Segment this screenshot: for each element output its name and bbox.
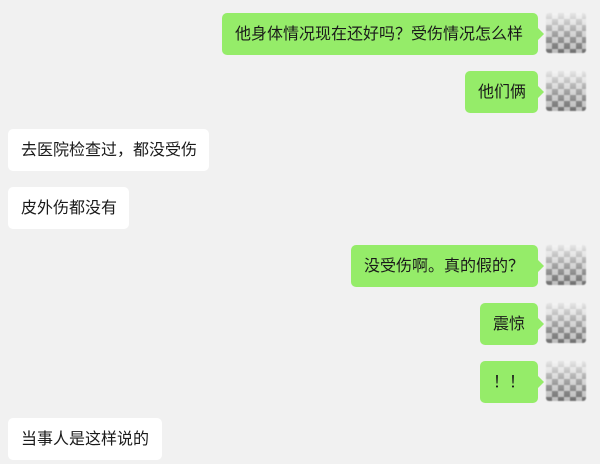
outgoing-message-bubble[interactable]: 没受伤啊。真的假的？ bbox=[351, 245, 544, 287]
message-row: ！！ bbox=[0, 361, 600, 403]
message-row: 去医院检查过，都没受伤 bbox=[0, 129, 600, 171]
message-row: 皮外伤都没有 bbox=[0, 187, 600, 229]
chat-area: 他身体情况现在还好吗？受伤情况怎么样 他们俩 去医院检查过，都没受伤 皮外伤都没… bbox=[0, 0, 600, 464]
outgoing-message-bubble[interactable]: 他身体情况现在还好吗？受伤情况怎么样 bbox=[222, 13, 544, 55]
blurred-avatar-icon[interactable] bbox=[546, 71, 586, 111]
incoming-message-bubble[interactable]: 皮外伤都没有 bbox=[8, 187, 129, 229]
message-text: 去医院检查过，都没受伤 bbox=[21, 140, 198, 159]
message-text: 皮外伤都没有 bbox=[21, 198, 118, 217]
message-row: 他身体情况现在还好吗？受伤情况怎么样 bbox=[0, 13, 600, 55]
blurred-avatar-icon[interactable] bbox=[546, 245, 586, 285]
blurred-avatar-icon[interactable] bbox=[546, 13, 586, 53]
incoming-message-bubble[interactable]: 去医院检查过，都没受伤 bbox=[8, 129, 209, 171]
message-text: 当事人是这样说的 bbox=[21, 429, 150, 448]
blurred-avatar-icon[interactable] bbox=[546, 303, 586, 343]
message-row: 他们俩 bbox=[0, 71, 600, 113]
message-text: ！！ bbox=[493, 372, 526, 391]
message-text: 没受伤啊。真的假的？ bbox=[364, 256, 525, 275]
message-row: 震惊 bbox=[0, 303, 600, 345]
message-text: 他身体情况现在还好吗？受伤情况怎么样 bbox=[235, 24, 524, 43]
message-text: 震惊 bbox=[493, 314, 526, 333]
message-row: 没受伤啊。真的假的？ bbox=[0, 245, 600, 287]
outgoing-message-bubble[interactable]: 震惊 bbox=[480, 303, 544, 345]
message-text: 他们俩 bbox=[478, 82, 527, 101]
outgoing-message-bubble[interactable]: 他们俩 bbox=[465, 71, 544, 113]
message-row: 当事人是这样说的 bbox=[0, 418, 600, 460]
incoming-message-bubble[interactable]: 当事人是这样说的 bbox=[8, 418, 162, 460]
outgoing-message-bubble[interactable]: ！！ bbox=[480, 361, 544, 403]
blurred-avatar-icon[interactable] bbox=[546, 361, 586, 401]
